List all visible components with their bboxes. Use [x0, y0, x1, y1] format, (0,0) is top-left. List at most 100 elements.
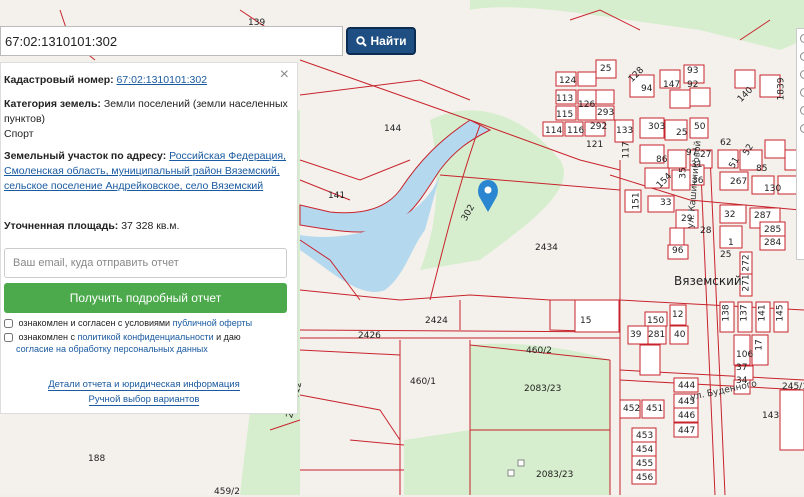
parcel-label: 460/1 — [410, 377, 436, 387]
parcel-label: 37 — [736, 363, 748, 373]
parcel-label: 133 — [616, 126, 634, 136]
parcel-label: 117 — [621, 141, 632, 159]
parcel-label: 28 — [700, 226, 712, 236]
layer-radio[interactable] — [800, 88, 804, 97]
area-label: Уточненная площадь: — [4, 220, 119, 232]
parcel-label: 40 — [674, 330, 686, 340]
parcel-label: 2426 — [358, 331, 381, 341]
parcel-label: 130 — [764, 184, 782, 194]
parcel-label: 92 — [687, 80, 699, 90]
public-offer-link[interactable]: публичной оферты — [173, 318, 253, 328]
layer-switcher[interactable] — [796, 28, 804, 260]
parcel-label: 85 — [756, 164, 768, 174]
parcel-label: 2083/23 — [536, 470, 574, 480]
parcel-label: 453 — [636, 431, 654, 441]
parcel-label: 444 — [678, 381, 696, 391]
parcel-label: 94 — [641, 84, 653, 94]
parcel-label: 147 — [663, 80, 681, 90]
parcel-label: 271 — [741, 274, 752, 292]
report-details-link[interactable]: Детали отчета и юридическая информация — [48, 379, 240, 391]
parcel-label: 25 — [676, 128, 688, 138]
address-row: Земельный участок по адресу: Российская … — [4, 149, 291, 194]
consent-offer-checkbox[interactable] — [4, 319, 13, 329]
consent-privacy-mid: и даю — [216, 332, 241, 342]
parcel-label: 113 — [556, 94, 574, 104]
layer-radio[interactable] — [800, 106, 804, 115]
cadastral-number-row: Кадастровый номер: 67:02:1310101:302 — [4, 73, 291, 88]
parcel-label: 50 — [694, 122, 706, 132]
parcel-label: 86 — [656, 155, 668, 165]
parcel-label: 114 — [545, 126, 563, 136]
privacy-policy-link[interactable]: политикой конфиденциальности — [78, 332, 214, 342]
cadastral-number-link[interactable]: 67:02:1310101:302 — [117, 74, 208, 86]
email-field[interactable] — [4, 248, 287, 278]
cadastral-search-input[interactable] — [1, 27, 342, 55]
parcel-label: 25 — [600, 64, 612, 74]
parcel-label: 459/2 — [214, 487, 240, 497]
parcel-label: 144 — [384, 124, 402, 134]
cadastral-number-label: Кадастровый номер: — [4, 74, 114, 86]
parcel-label: 33 — [660, 198, 672, 208]
consent-privacy-text: ознакомлен с — [18, 332, 75, 342]
get-report-button-label: Получить подробный отчет — [69, 291, 222, 305]
parcel-label: 39 — [630, 330, 642, 340]
parcel-label: 456 — [636, 473, 654, 483]
manual-footer: Ручной выбор вариантов — [1, 394, 287, 406]
parcel-label: 17 — [754, 339, 765, 351]
parcel-label: 150 — [647, 316, 665, 326]
parcel-label: 35 — [678, 167, 689, 179]
address-label: Земельный участок по адресу: — [4, 150, 167, 162]
parcel-label: 455 — [636, 459, 654, 469]
parcel-label: 454 — [636, 445, 654, 455]
parcel-label: 93 — [687, 66, 699, 76]
details-footer: Детали отчета и юридическая информация — [1, 379, 287, 391]
manual-selection-link[interactable]: Ручной выбор вариантов — [88, 394, 200, 406]
parcel-label: 115 — [556, 110, 574, 120]
parcel-label: 272 — [741, 254, 752, 272]
parcel-label: 106 — [736, 350, 754, 360]
consent-privacy-checkbox[interactable] — [4, 333, 13, 343]
parcel-label: 138 — [721, 304, 732, 322]
parcel-label: 284 — [764, 238, 782, 248]
parcel-label: 292 — [590, 122, 608, 132]
parcel-label: 2434 — [535, 243, 558, 253]
parcel-label: 447 — [678, 426, 696, 436]
town-label: Вяземский — [674, 274, 742, 288]
layer-radio[interactable] — [800, 124, 804, 133]
parcel-label: 267 — [730, 177, 748, 187]
area-value: 37 328 кв.м. — [121, 220, 180, 232]
parcel-label: 452 — [623, 404, 641, 414]
parcel-label: 446 — [678, 411, 696, 421]
parcel-label: 451 — [646, 404, 664, 414]
get-report-button[interactable]: Получить подробный отчет — [4, 283, 287, 313]
parcel-label: 188 — [88, 454, 106, 464]
parcel-label: 124 — [559, 76, 577, 86]
land-category-row: Категория земель: Земли поселений (земли… — [4, 97, 291, 142]
layer-radio[interactable] — [800, 70, 804, 79]
search-bar — [0, 26, 343, 56]
parcel-label: 2083/23 — [524, 384, 562, 394]
parcel-label: 25 — [720, 250, 732, 260]
parcel-label: 303 — [648, 122, 666, 132]
personal-data-consent-link[interactable]: согласие на обработку персональных данны… — [16, 344, 208, 354]
parcel-label: 145 — [775, 304, 786, 322]
parcel-label: 15 — [580, 316, 592, 326]
parcel-label: 141 — [757, 304, 768, 322]
parcel-label: 285 — [764, 225, 782, 235]
parcel-label: 287 — [754, 211, 772, 221]
parcel-label: 293 — [597, 108, 615, 118]
land-use-value: Спорт — [4, 128, 34, 140]
search-icon — [355, 35, 367, 47]
parcel-label: 151 — [631, 192, 642, 210]
consent-offer: ознакомлен и согласен с условиями публич… — [4, 317, 252, 329]
consent-offer-text: ознакомлен и согласен с условиями — [18, 318, 171, 328]
parcel-label: 281 — [648, 330, 666, 340]
parcel-label: 2424 — [425, 316, 448, 326]
parcel-label: 126 — [578, 100, 596, 110]
search-button[interactable]: Найти — [346, 27, 416, 55]
parcel-label: 32 — [724, 210, 736, 220]
layer-radio[interactable] — [800, 52, 804, 61]
parcel-label: 460/2 — [526, 346, 552, 356]
layer-radio[interactable] — [800, 34, 804, 43]
parcel-label: 1839 — [776, 77, 787, 101]
